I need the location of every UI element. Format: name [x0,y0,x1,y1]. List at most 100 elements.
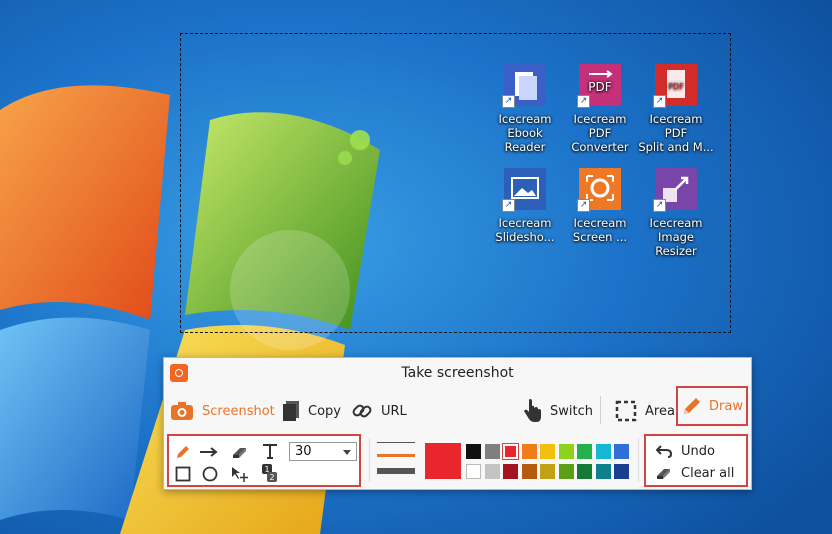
color-swatch[interactable] [540,444,555,459]
desktop-icon-label: Icecream [573,216,627,230]
desktop-icon-label: Icecream [498,112,552,126]
brush-size-value: 30 [295,444,312,459]
desktop-icon-screen-recorder[interactable]: ↗ Icecream Screen ... [561,166,639,244]
toolbar-separator [600,396,601,424]
screenshot-label: Screenshot [202,403,275,419]
desktop-icon-label: Screen ... [572,230,628,244]
clear-all-label: Clear all [681,465,735,481]
color-swatch[interactable] [484,464,500,479]
arrow-icon [200,447,218,457]
link-icon [351,400,373,422]
draw-label: Draw [709,398,743,414]
desktop-icon-label: Icecream PDF [573,112,627,140]
url-button[interactable]: URL [351,394,407,428]
move-tool-button[interactable] [230,464,250,484]
color-swatch[interactable] [503,464,518,479]
hand-pointer-icon [522,399,542,423]
toolbar-title: Take screenshot [401,365,514,381]
draw-button[interactable]: Draw [676,386,748,426]
line-thickness-options [377,440,417,480]
color-swatch[interactable] [466,464,481,479]
switch-label: Switch [550,403,593,419]
screen-recorder-icon: ↗ [577,166,623,212]
area-button[interactable]: Area [615,394,675,428]
panel-separator [638,438,639,482]
screenshot-button[interactable]: Screenshot [170,394,275,428]
eraser-tool-button[interactable] [230,442,250,462]
svg-text:PDF: PDF [588,80,611,94]
camera-icon [170,401,194,421]
color-swatch[interactable] [595,464,611,479]
eraser-icon [656,466,672,480]
drawing-tools-panel: 30 12 [167,434,361,487]
undo-icon [656,444,672,458]
pdf-converter-icon: PDF ↗ [577,62,623,108]
svg-text:PDF: PDF [668,82,684,91]
url-label: URL [381,403,407,419]
color-swatch[interactable] [502,443,519,460]
area-select-icon [615,400,637,422]
chevron-down-icon [343,450,351,455]
color-swatch[interactable] [558,464,574,479]
color-swatch[interactable] [466,444,481,459]
color-swatch[interactable] [521,444,537,459]
ellipse-tool-button[interactable] [200,464,220,484]
history-panel: Undo Clear all [644,434,748,487]
svg-text:2: 2 [269,473,274,482]
brush-size-select[interactable]: 30 [289,442,357,461]
panel-separator [369,438,370,482]
desktop-icon-label: Icecream PDF [649,112,703,140]
current-color-preview[interactable] [425,443,461,479]
arrow-tool-button[interactable] [199,442,219,462]
slideshow-icon: ↗ [502,166,548,212]
undo-button[interactable]: Undo [656,441,715,461]
color-swatch[interactable] [484,444,500,459]
desktop-icon-pdf-converter[interactable]: PDF ↗ Icecream PDF Converter [561,62,639,154]
copy-button[interactable]: Copy [282,394,341,428]
thin-line-option[interactable] [377,442,415,443]
pencil-icon [681,395,703,417]
screenshot-toolbar: Take screenshot Screenshot Copy URL Swit… [163,357,752,490]
undo-label: Undo [681,443,715,459]
numbering-icon: 12 [262,464,277,482]
move-icon [232,467,248,482]
desktop-icon-label: Split and M... [638,140,714,154]
ebook-reader-icon: ↗ [502,62,548,108]
desktop-icon-label: Converter [571,140,629,154]
pdf-split-merge-icon: PDF ↗ [653,62,699,108]
clear-all-button[interactable]: Clear all [656,463,734,483]
area-label: Area [645,403,675,419]
image-resizer-icon: ↗ [653,166,699,212]
color-swatch[interactable] [577,444,592,459]
desktop-icon-pdf-split-merge[interactable]: PDF ↗ Icecream PDF Split and M... [637,62,715,154]
desktop-icon-label: Icecream [498,216,552,230]
color-swatch[interactable] [558,444,574,459]
thick-line-option[interactable] [377,468,415,474]
text-icon [263,444,277,459]
numbering-tool-button[interactable]: 12 [260,463,280,483]
desktop-icon-ebook-reader[interactable]: ↗ Icecream Ebook Reader [486,62,564,154]
desktop-icon-slideshow[interactable]: ↗ Icecream Slidesho... [486,166,564,244]
color-swatch[interactable] [614,444,629,459]
ellipse-icon [202,466,218,482]
color-swatch[interactable] [577,464,592,479]
medium-line-option[interactable] [377,454,415,457]
color-swatch[interactable] [521,464,537,479]
color-swatch[interactable] [614,464,629,479]
pencil-tool-button[interactable] [173,442,193,462]
color-swatch[interactable] [540,464,555,479]
color-swatch[interactable] [595,444,611,459]
pencil-icon [177,446,189,458]
rectangle-tool-button[interactable] [173,464,193,484]
switch-button[interactable]: Switch [522,394,593,428]
copy-icon [282,400,300,422]
desktop-icon-label: Ebook Reader [504,126,546,154]
copy-label: Copy [308,403,341,419]
text-tool-button[interactable] [260,441,280,461]
desktop-icon-image-resizer[interactable]: ↗ Icecream Image Resizer [637,166,715,258]
rectangle-icon [175,466,191,482]
eraser-icon [233,448,246,458]
desktop-icon-label: Slidesho... [495,230,555,244]
desktop-icon-label: Image Resizer [655,230,697,258]
desktop-icon-label: Icecream [649,216,703,230]
